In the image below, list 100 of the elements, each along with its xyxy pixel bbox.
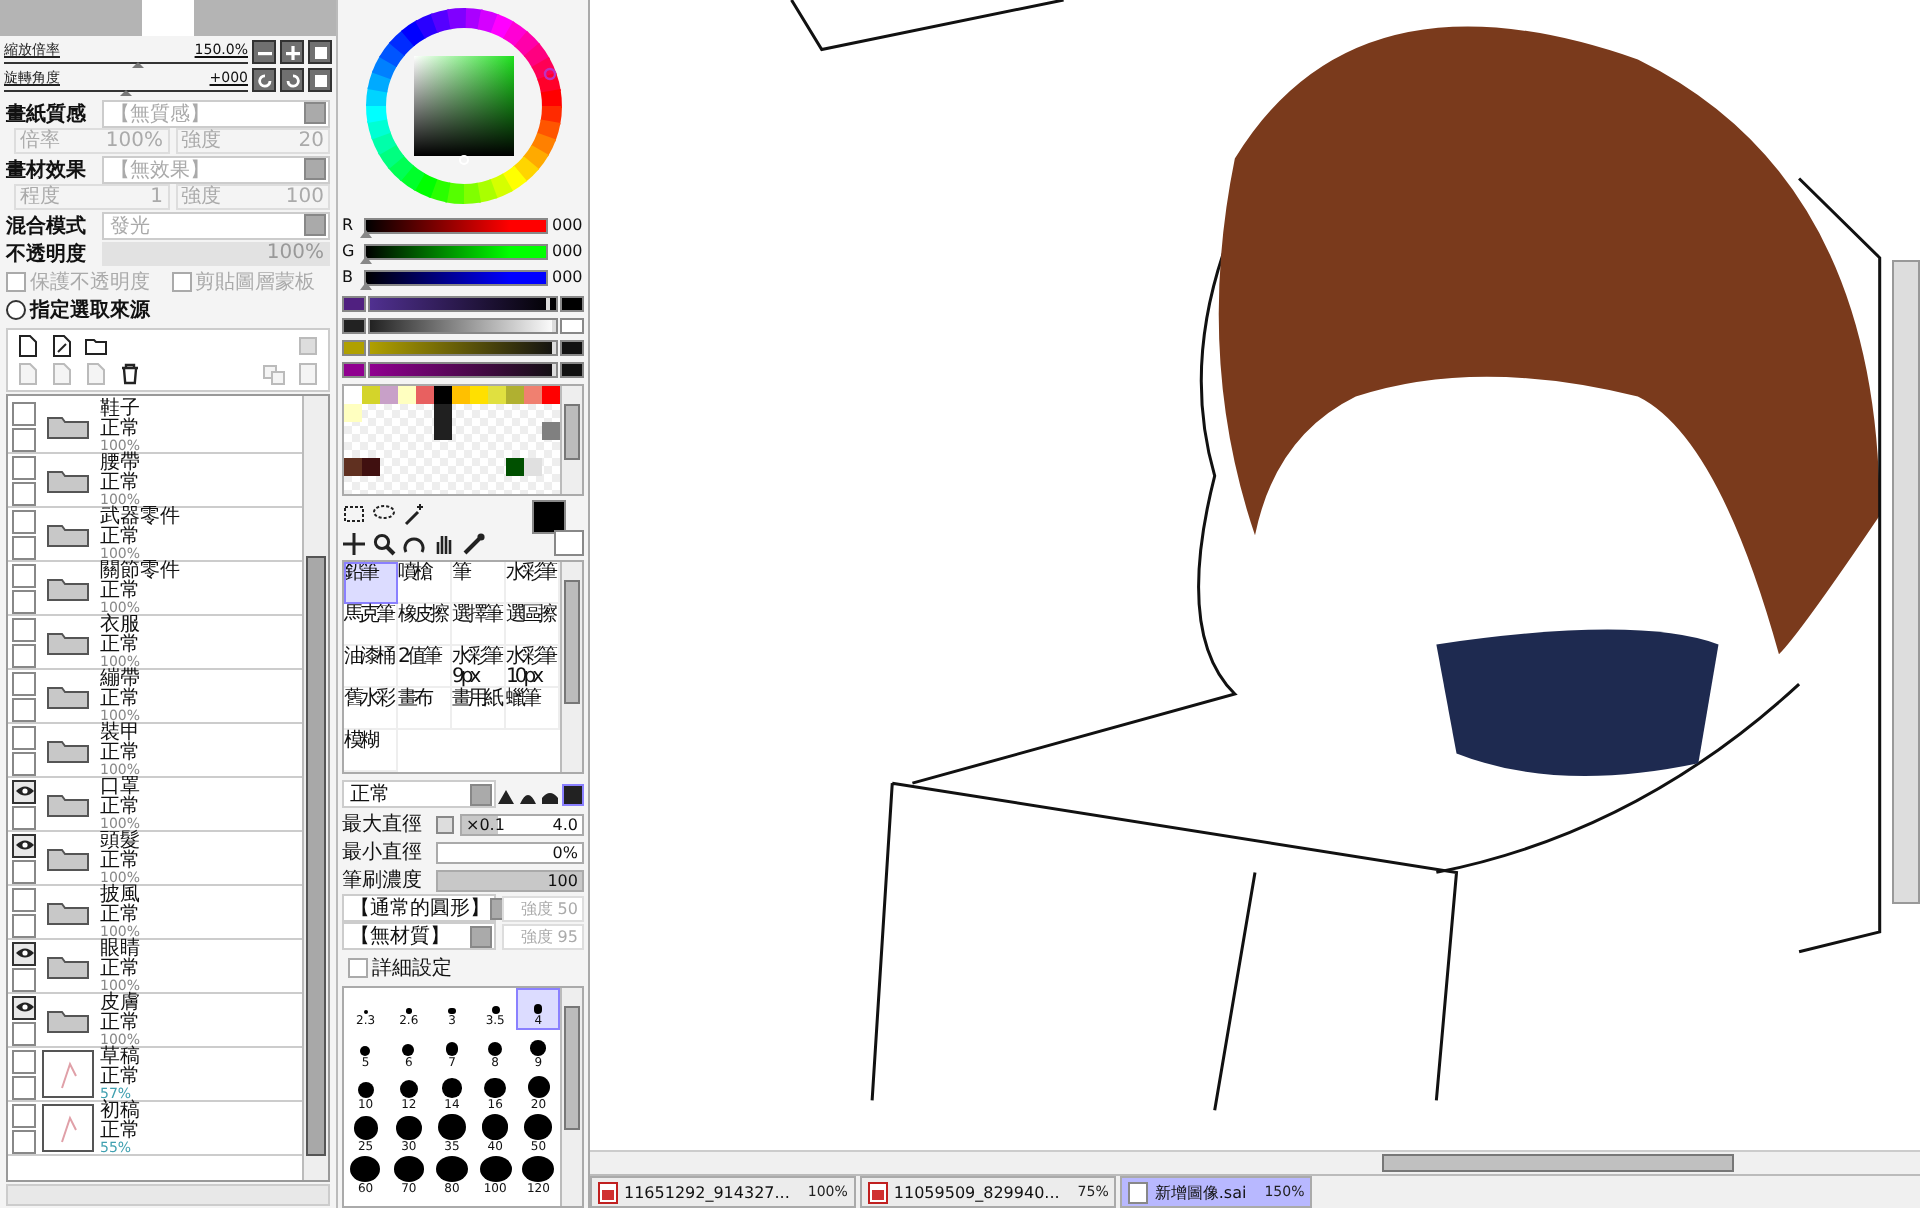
color-swatch[interactable] <box>344 404 362 422</box>
lock-toggle[interactable] <box>12 589 36 613</box>
color-swatch[interactable] <box>380 386 398 404</box>
brush-tool[interactable]: 馬克筆 <box>344 604 398 646</box>
brush-tool[interactable]: 舊水彩 <box>344 688 398 730</box>
color-swatch[interactable] <box>542 386 560 404</box>
size-scrollbar[interactable] <box>560 988 582 1206</box>
visibility-toggle[interactable] <box>12 401 36 425</box>
color-swatch[interactable] <box>398 386 416 404</box>
channel-slider[interactable] <box>364 243 548 259</box>
reset-rotation-button[interactable] <box>308 68 332 92</box>
visibility-toggle[interactable] <box>12 509 36 533</box>
new-linework-layer-icon[interactable] <box>50 334 74 358</box>
layer-combine-icon[interactable] <box>296 362 320 386</box>
color-swatch[interactable] <box>470 386 488 404</box>
channel-slider[interactable] <box>364 217 548 233</box>
lock-toggle[interactable] <box>12 751 36 775</box>
max-size-slider[interactable]: ×0.1 4.0 <box>460 813 584 835</box>
canvas-scrollbar[interactable] <box>590 1150 1920 1174</box>
brush-tool[interactable]: 水彩筆9px <box>452 646 506 688</box>
color-swatch[interactable] <box>524 458 542 476</box>
lock-toggle[interactable] <box>12 1129 36 1153</box>
channel-slider[interactable] <box>364 269 548 285</box>
color-mix-slider[interactable] <box>368 340 558 356</box>
brush-tool[interactable]: 2值筆 <box>398 646 452 688</box>
new-layer-icon[interactable] <box>16 334 40 358</box>
visibility-toggle[interactable] <box>12 617 36 641</box>
lock-toggle[interactable] <box>12 1075 36 1099</box>
color-swatch[interactable] <box>452 386 470 404</box>
selection-source-radio[interactable]: 指定選取來源 <box>6 296 150 324</box>
move-icon[interactable] <box>342 531 366 555</box>
visibility-toggle[interactable] <box>12 887 36 911</box>
color-chip[interactable] <box>342 296 366 312</box>
rotate-icon[interactable] <box>402 531 426 555</box>
lock-toggle[interactable] <box>12 643 36 667</box>
lock-toggle[interactable] <box>12 859 36 883</box>
square-icon[interactable] <box>296 334 320 358</box>
brush-tool[interactable]: 油漆桶 <box>344 646 398 688</box>
visibility-toggle[interactable] <box>12 941 36 965</box>
visibility-toggle[interactable] <box>12 455 36 479</box>
color-swatch[interactable] <box>362 458 380 476</box>
lasso-icon[interactable] <box>372 501 396 525</box>
color-chip[interactable] <box>560 318 584 334</box>
color-chip[interactable] <box>560 296 584 312</box>
zoom-in-button[interactable] <box>280 40 304 64</box>
color-swatch[interactable] <box>362 386 380 404</box>
color-swatch[interactable] <box>434 386 452 404</box>
foreground-color[interactable] <box>532 500 566 534</box>
visibility-toggle[interactable] <box>12 779 36 803</box>
color-chip[interactable] <box>342 318 366 334</box>
lock-toggle[interactable] <box>12 481 36 505</box>
background-color[interactable] <box>554 530 584 556</box>
lock-toggle[interactable] <box>12 967 36 991</box>
brush-tool[interactable]: 畫用紙 <box>452 688 506 730</box>
color-chip[interactable] <box>342 362 366 378</box>
brush-blend-dropdown[interactable]: 正常 <box>342 780 496 808</box>
brush-tool[interactable]: 畫布 <box>398 688 452 730</box>
visibility-toggle[interactable] <box>12 725 36 749</box>
color-mix-slider[interactable] <box>368 362 558 378</box>
color-swatch[interactable] <box>524 386 542 404</box>
scrollbar-thumb[interactable] <box>1382 1154 1734 1172</box>
trash-icon[interactable] <box>118 362 142 386</box>
color-swatch[interactable] <box>434 404 452 422</box>
eyedropper-icon[interactable] <box>462 531 486 555</box>
layer-transfer-icon[interactable] <box>262 362 286 386</box>
rectangle-select-icon[interactable] <box>342 501 366 525</box>
visibility-toggle[interactable] <box>12 995 36 1019</box>
color-swatch[interactable] <box>488 386 506 404</box>
brush-tool[interactable]: 噴槍 <box>398 562 452 604</box>
visibility-toggle[interactable] <box>12 833 36 857</box>
new-folder-icon[interactable] <box>84 334 108 358</box>
color-chip[interactable] <box>342 340 366 356</box>
swatch-scrollbar[interactable] <box>560 386 582 494</box>
color-chip[interactable] <box>560 362 584 378</box>
brush-scrollbar[interactable] <box>560 562 582 772</box>
slider-thumb[interactable] <box>132 61 145 67</box>
color-swatch[interactable] <box>416 386 434 404</box>
lock-toggle[interactable] <box>12 805 36 829</box>
color-mix-slider[interactable] <box>368 296 558 312</box>
magic-wand-icon[interactable] <box>402 501 426 525</box>
horizontal-scrollbar[interactable] <box>6 1184 330 1206</box>
brush-tool[interactable]: 橡皮擦 <box>398 604 452 646</box>
brush-tool[interactable]: 選擇筆 <box>452 604 506 646</box>
reset-zoom-button[interactable] <box>308 40 332 64</box>
brush-hardness-icon[interactable] <box>496 783 584 805</box>
density-slider[interactable]: 100 <box>436 869 584 891</box>
brush-tool[interactable]: 模糊 <box>344 730 398 772</box>
size-multiplier-toggle[interactable] <box>436 815 454 833</box>
color-swatch[interactable] <box>542 422 560 440</box>
visibility-toggle[interactable] <box>12 671 36 695</box>
color-swatch[interactable] <box>434 422 452 440</box>
brush-tool[interactable]: 筆 <box>452 562 506 604</box>
lock-toggle[interactable] <box>12 1021 36 1045</box>
color-mix-slider[interactable] <box>368 318 558 334</box>
visibility-toggle[interactable] <box>12 563 36 587</box>
lock-toggle[interactable] <box>12 535 36 559</box>
color-swatch[interactable] <box>506 458 524 476</box>
color-chip[interactable] <box>560 340 584 356</box>
brush-shape-dropdown[interactable]: 【通常的圓形】 <box>342 894 496 922</box>
scrollbar-thumb[interactable] <box>306 556 326 1156</box>
